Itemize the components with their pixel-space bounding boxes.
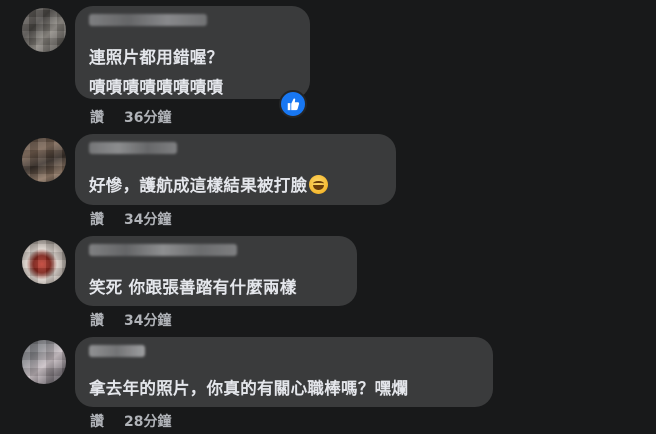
comment-meta: 讚 28分鐘	[90, 411, 171, 431]
comment-text-line: 拿去年的照片，你真的有關心職棒嗎？嘿爛	[89, 379, 409, 398]
commenter-name[interactable]	[89, 14, 207, 26]
commenter-name[interactable]	[89, 345, 145, 357]
timestamp[interactable]: 34分鐘	[124, 212, 171, 228]
comment-meta: 讚 36分鐘	[90, 107, 171, 127]
comment-bubble: 拿去年的照片，你真的有關心職棒嗎？嘿爛	[75, 337, 493, 407]
thumbs-up-icon[interactable]	[279, 90, 307, 118]
avatar[interactable]	[22, 340, 66, 384]
comment-meta: 讚 34分鐘	[90, 310, 171, 330]
commenter-name[interactable]	[89, 142, 177, 154]
commenter-name[interactable]	[89, 244, 237, 256]
like-button[interactable]: 讚	[90, 110, 104, 126]
timestamp[interactable]: 34分鐘	[124, 313, 171, 329]
comment-text-line: 好慘，護航成這樣結果被打臉	[89, 172, 329, 196]
avatar[interactable]	[22, 240, 66, 284]
comment-text-line: 笑死 你跟張善踏有什麼兩樣	[89, 278, 297, 297]
timestamp[interactable]: 28分鐘	[124, 414, 171, 430]
comment-text-line: 嘖嘖嘖嘖嘖嘖嘖嘖	[89, 78, 224, 97]
comment-meta: 讚 34分鐘	[90, 209, 171, 229]
timestamp[interactable]: 36分鐘	[124, 110, 171, 126]
comment-bubble: 連照片都用錯喔？ 嘖嘖嘖嘖嘖嘖嘖嘖	[75, 6, 310, 99]
avatar[interactable]	[22, 138, 66, 182]
avatar[interactable]	[22, 8, 66, 52]
comment-bubble: 笑死 你跟張善踏有什麼兩樣	[75, 236, 357, 306]
comment-text-line: 連照片都用錯喔？	[89, 48, 224, 67]
like-button[interactable]: 讚	[90, 212, 104, 228]
like-button[interactable]: 讚	[90, 414, 104, 430]
rofl-emoji-icon	[309, 175, 329, 194]
comment-bubble: 好慘，護航成這樣結果被打臉	[75, 134, 396, 205]
like-button[interactable]: 讚	[90, 313, 104, 329]
